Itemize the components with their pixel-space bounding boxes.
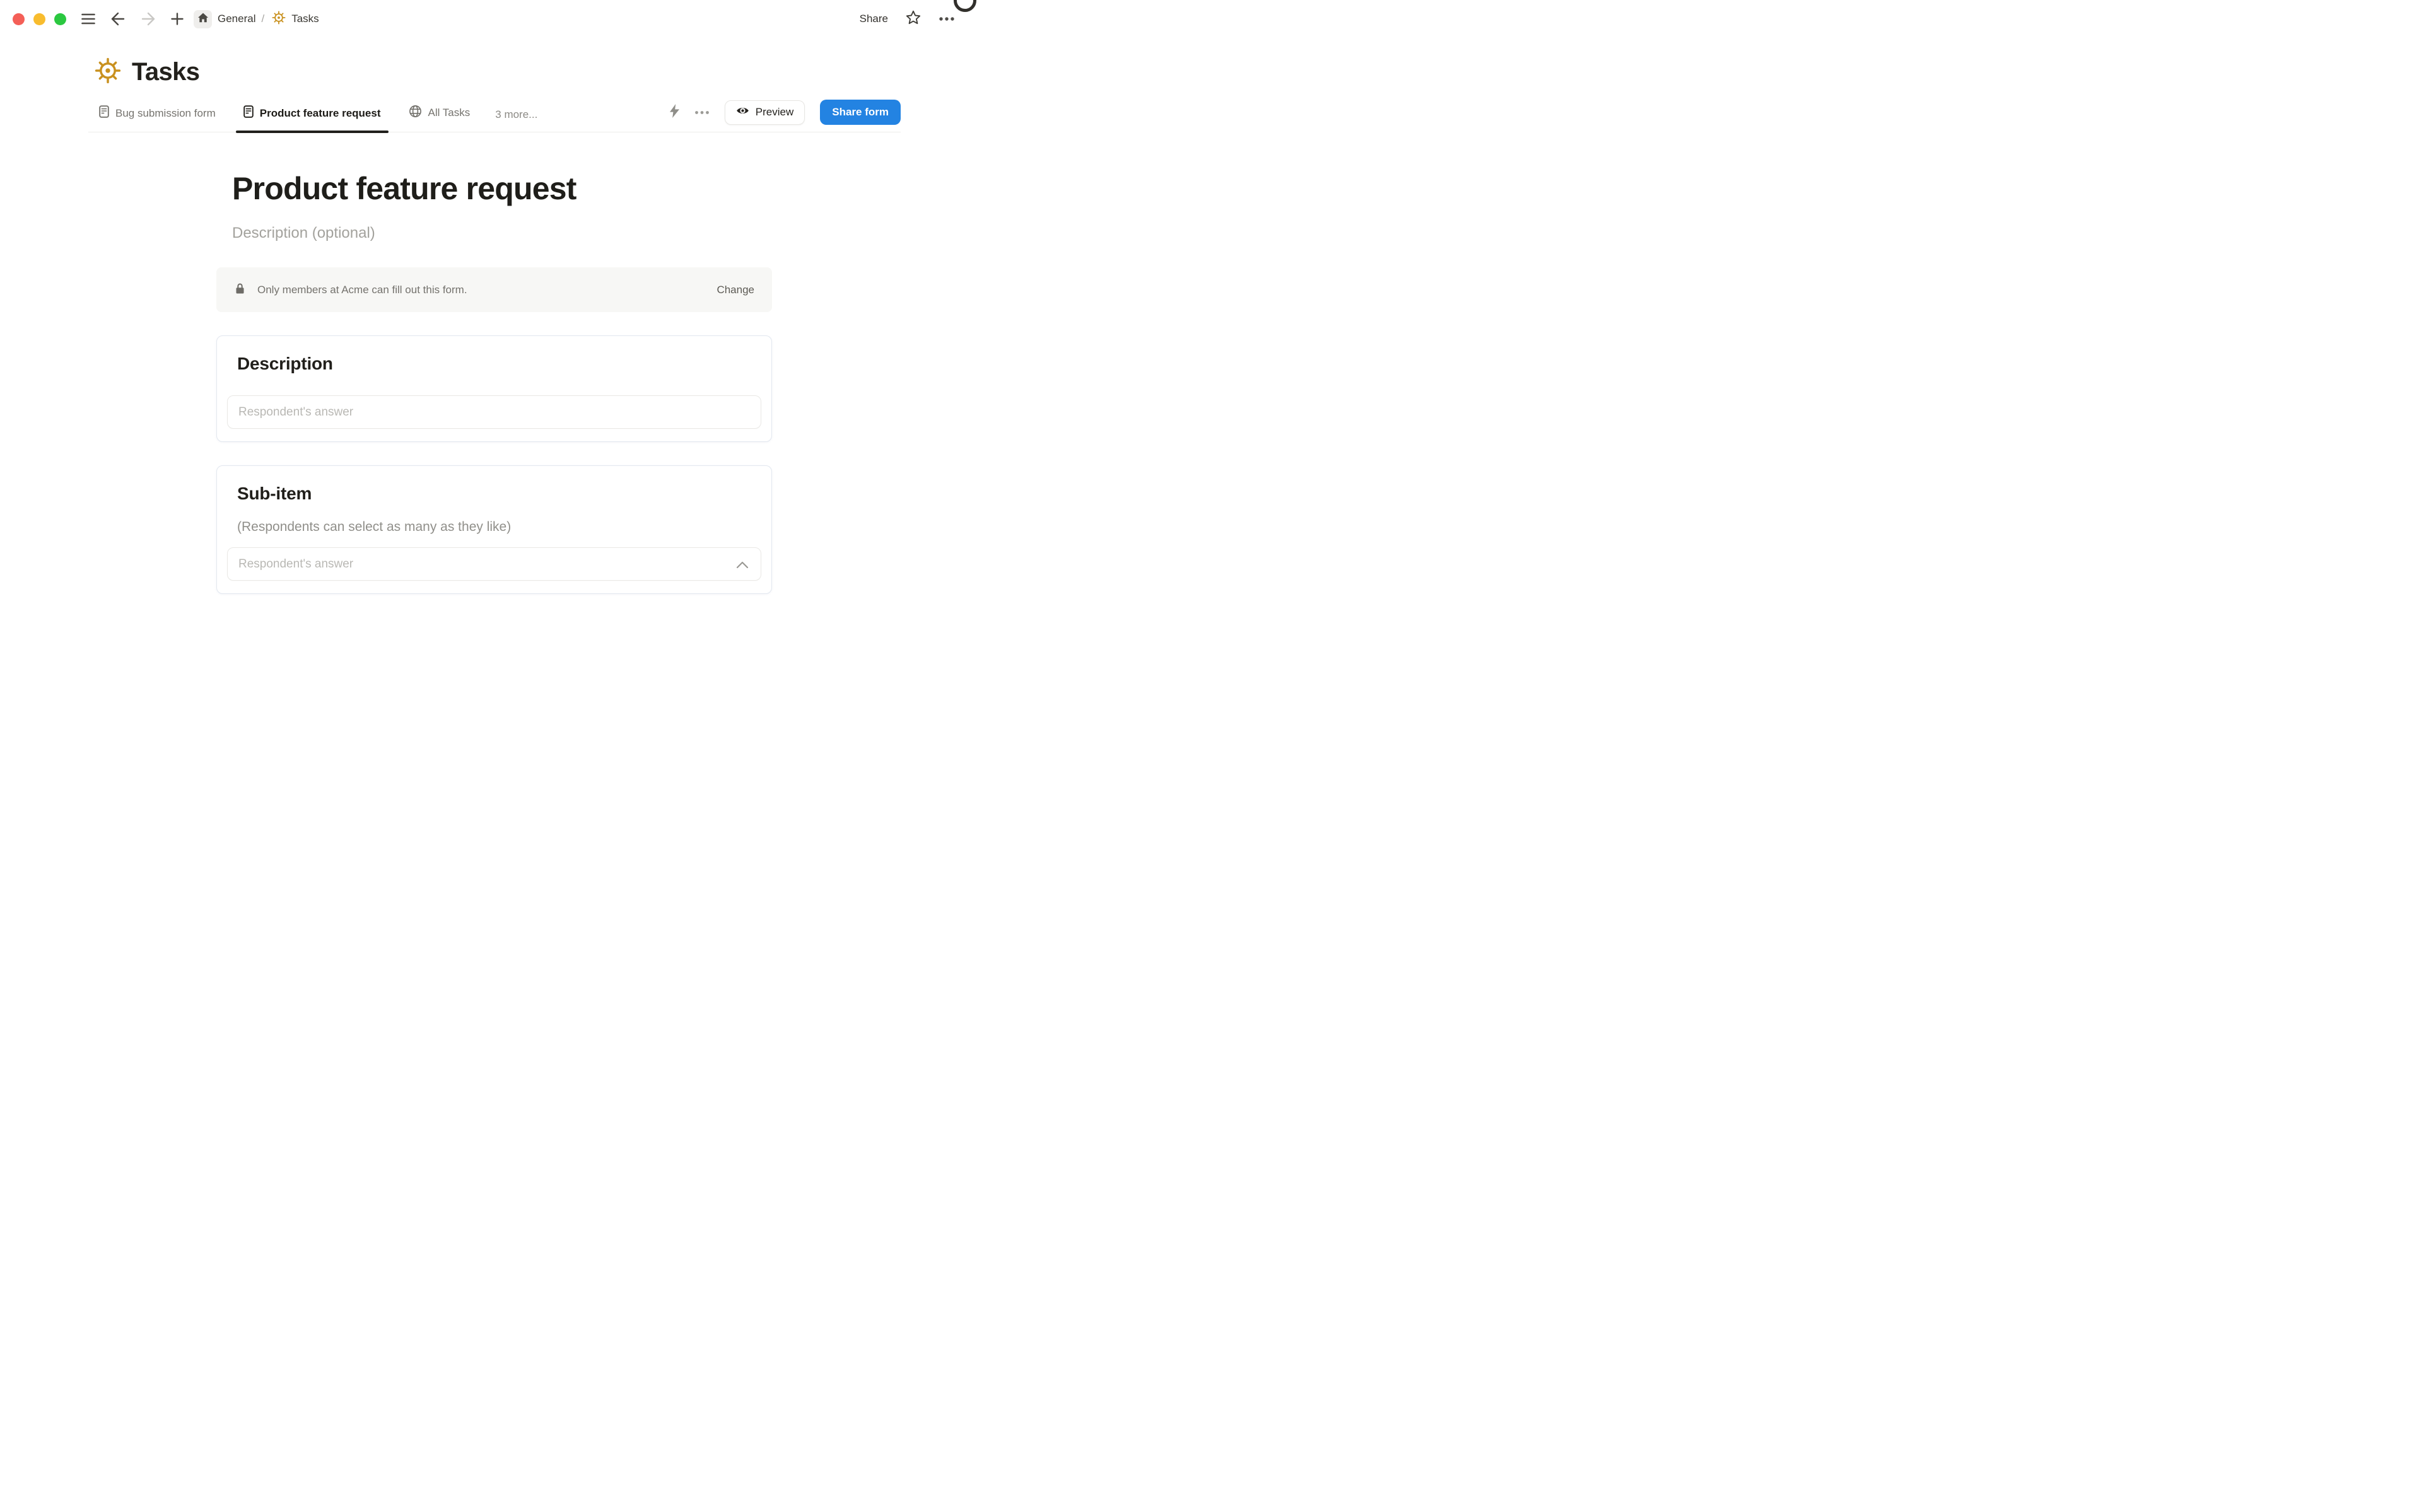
tab-label: Bug submission form: [115, 107, 216, 119]
breadcrumb-root[interactable]: General: [218, 13, 255, 25]
zoom-window-button[interactable]: [54, 13, 66, 25]
window-titlebar: General / Tasks Share: [0, 0, 976, 38]
automations-lightning-icon[interactable]: [669, 103, 679, 121]
preview-button[interactable]: Preview: [724, 100, 805, 125]
form-doc-icon: [99, 105, 109, 121]
forward-arrow-icon[interactable]: [141, 12, 156, 26]
breadcrumb: General / Tasks: [194, 9, 319, 28]
change-access-button[interactable]: Change: [717, 284, 754, 296]
close-window-button[interactable]: [13, 13, 25, 25]
view-tabstrip: Bug submission form Product feature requ…: [88, 100, 901, 133]
back-arrow-icon[interactable]: [110, 12, 126, 26]
access-notice-bar: Only members at Acme can fill out this f…: [216, 267, 772, 312]
tab-all-tasks[interactable]: All Tasks: [406, 105, 473, 132]
field-answer-input[interactable]: [227, 547, 761, 581]
access-notice-text: Only members at Acme can fill out this f…: [257, 283, 467, 296]
breadcrumb-page[interactable]: Tasks: [291, 13, 319, 25]
form-field-card-sub-item: Sub-item (Respondents can select as many…: [216, 465, 772, 594]
form-field-card-description: Description: [216, 335, 772, 442]
tab-label: Product feature request: [259, 107, 381, 119]
more-options-icon[interactable]: [939, 13, 955, 25]
share-button[interactable]: Share: [860, 13, 888, 25]
home-button[interactable]: [194, 9, 212, 28]
field-label[interactable]: Sub-item: [237, 484, 751, 504]
tab-bug-submission-form[interactable]: Bug submission form: [97, 105, 218, 132]
page-helm-icon: [272, 10, 286, 28]
page-helm-icon-large[interactable]: [95, 57, 121, 87]
form-title[interactable]: Product feature request: [232, 172, 772, 206]
form-editor: Product feature request Description (opt…: [216, 172, 772, 594]
more-tabs-button[interactable]: 3 more...: [495, 108, 537, 132]
form-description-placeholder[interactable]: Description (optional): [232, 224, 772, 242]
favorite-star-icon[interactable]: [906, 10, 921, 28]
chevron-up-icon[interactable]: [736, 561, 749, 572]
tab-product-feature-request[interactable]: Product feature request: [235, 105, 389, 133]
field-label[interactable]: Description: [237, 354, 751, 374]
minimize-window-button[interactable]: [33, 13, 45, 25]
traffic-lights: [13, 13, 66, 25]
preview-button-label: Preview: [755, 106, 794, 118]
new-tab-plus-icon[interactable]: [171, 13, 184, 25]
globe-icon: [409, 105, 422, 121]
field-answer-input[interactable]: [227, 395, 761, 429]
page-title: Tasks: [132, 57, 200, 86]
eye-icon: [736, 106, 749, 119]
share-form-button[interactable]: Share form: [820, 100, 901, 125]
lock-icon: [235, 282, 245, 298]
home-icon: [197, 12, 209, 26]
form-doc-icon: [243, 105, 254, 121]
view-options-icon[interactable]: [694, 107, 710, 118]
tab-label: All Tasks: [428, 107, 471, 119]
field-hint: (Respondents can select as many as they …: [237, 520, 512, 534]
breadcrumb-separator: /: [261, 13, 265, 25]
sidebar-menu-icon[interactable]: [81, 13, 95, 25]
page-header: Tasks: [95, 57, 969, 87]
